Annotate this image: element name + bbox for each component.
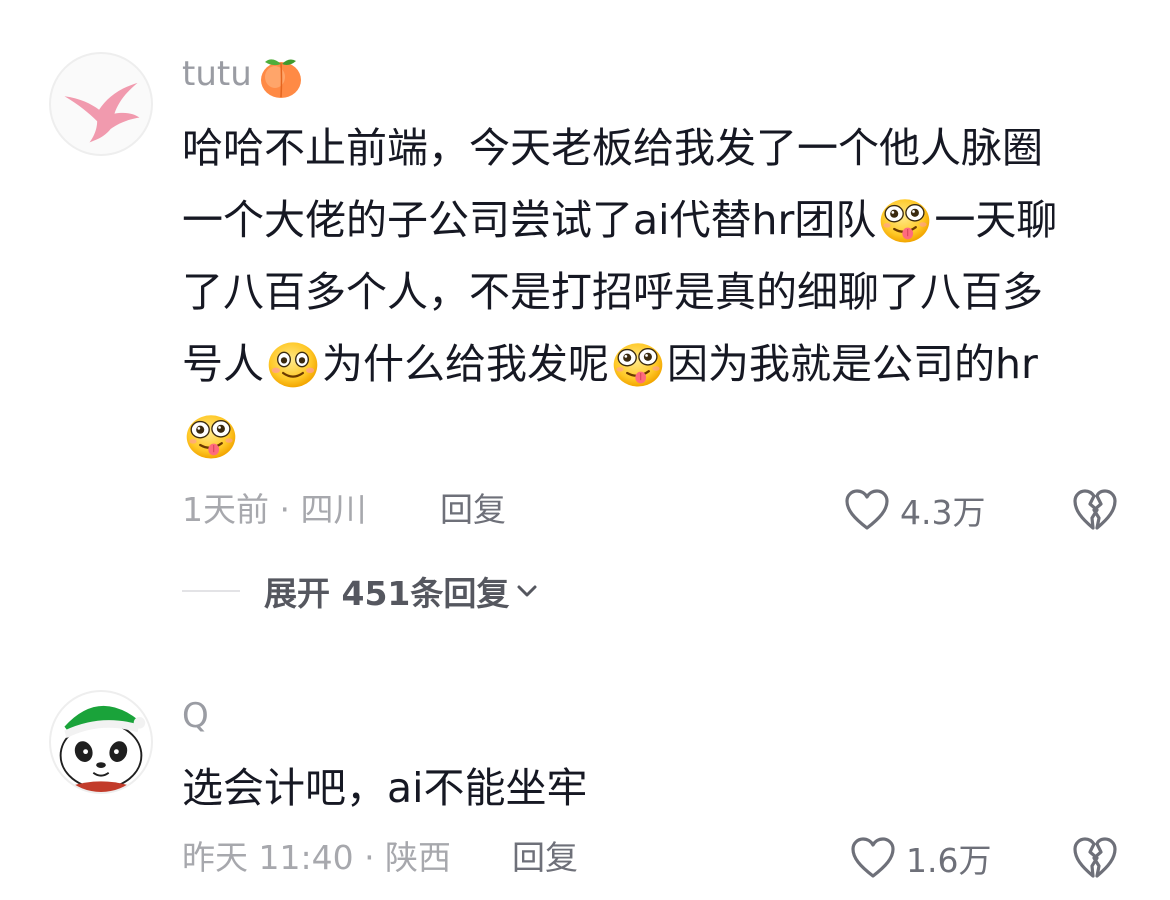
- peach-emoji: [258, 55, 304, 99]
- drooling-face-emoji: [878, 193, 932, 247]
- comment-line: 了八百多个人，不是打招呼是真的细聊了八百多: [182, 256, 1122, 328]
- expand-replies[interactable]: 展开 451条回复: [182, 566, 539, 616]
- divider: [182, 590, 240, 592]
- comment-line-text: 一个大佬的子公司尝试了ai代替hr团队: [182, 196, 877, 244]
- chevron-down-icon: [515, 579, 539, 603]
- like-count: 4.3万: [900, 493, 986, 532]
- broken-heart-icon: [1073, 837, 1117, 878]
- comment-meta: 1天前 · 四川: [182, 490, 367, 529]
- dislike-button[interactable]: [1072, 488, 1118, 532]
- comment-line: [182, 400, 1122, 472]
- heart-outline-icon: [851, 837, 895, 878]
- comment-text: 选会计吧，ai不能坐牢: [182, 752, 1122, 824]
- broken-heart-icon: [1073, 489, 1117, 530]
- comment-line: 哈哈不止前端，今天老板给我发了一个他人脉圈: [182, 112, 1122, 184]
- comment-line-text: 一天聊: [934, 196, 1058, 244]
- comment-meta: 昨天 11:40 · 陕西: [182, 838, 452, 877]
- drooling-face-emoji: [184, 409, 238, 463]
- expand-replies-label[interactable]: 展开 451条回复: [264, 567, 509, 615]
- panda-christmas-hat-icon: [59, 705, 146, 792]
- drooling-face-emoji: [611, 337, 665, 391]
- reply-button[interactable]: 回复: [512, 836, 578, 880]
- avatar[interactable]: [49, 52, 153, 156]
- comment-line-text: 哈哈不止前端，今天老板给我发了一个他人脉圈: [182, 124, 1043, 172]
- comment-line-text: 为什么给我发呢: [322, 340, 609, 388]
- comment-text: 哈哈不止前端，今天老板给我发了一个他人脉圈 一个大佬的子公司尝试了ai代替hr团…: [182, 112, 1122, 472]
- avatar[interactable]: [49, 690, 153, 794]
- comment-line-text: 了八百多个人，不是打招呼是真的细聊了八百多: [182, 268, 1043, 316]
- like-button[interactable]: 1.6万: [850, 833, 991, 883]
- comment-line: 号人 为什么给我发呢 因为我就是公司的hr: [182, 328, 1122, 400]
- like-button[interactable]: 4.3万: [844, 485, 985, 535]
- dislike-button[interactable]: [1072, 836, 1118, 880]
- comment-line-text: 因为我就是公司的hr: [667, 340, 1038, 388]
- like-count: 1.6万: [906, 841, 992, 880]
- comment-line-text: 号人: [182, 340, 264, 388]
- swallow-bird-icon: [64, 82, 140, 143]
- heart-outline-icon: [845, 489, 889, 530]
- comment-line: 一个大佬的子公司尝试了ai代替hr团队 一天聊: [182, 184, 1122, 256]
- comment-line-text: 选会计吧，ai不能坐牢: [182, 764, 588, 812]
- comment-username[interactable]: tutu: [182, 52, 252, 96]
- comment-line: 选会计吧，ai不能坐牢: [182, 752, 1122, 824]
- comment-username[interactable]: Q: [182, 694, 209, 738]
- smiling-face-emoji: [266, 337, 320, 391]
- reply-button[interactable]: 回复: [440, 488, 506, 532]
